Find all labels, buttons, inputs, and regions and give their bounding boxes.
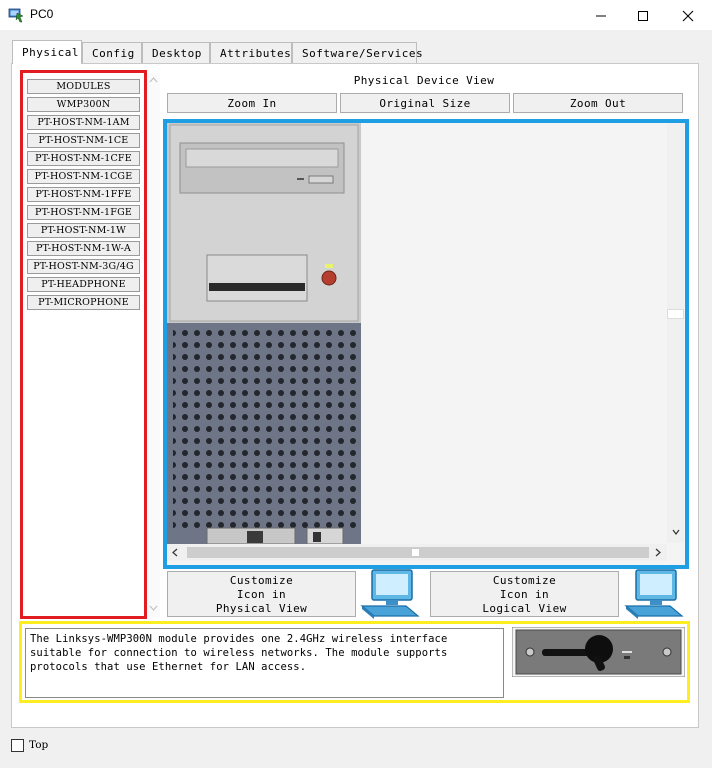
customize-physical-line3: Physical View (215, 602, 308, 615)
tab-attributes[interactable]: Attributes (210, 42, 292, 64)
customize-logical-view-button[interactable]: Customize Icon in Logical View (430, 571, 619, 617)
customize-logical-line2: Icon in (499, 588, 550, 601)
computer-icon (624, 569, 684, 619)
module-list: MODULES WMP300N PT-HOST-NM-1AM PT-HOST-N… (20, 70, 147, 619)
maximize-icon (638, 10, 648, 21)
scroll-left-icon[interactable] (172, 548, 178, 557)
scroll-up-icon[interactable] (149, 77, 158, 83)
customize-logical-line1: Customize (492, 574, 557, 587)
tab-software-services[interactable]: Software/Services (292, 42, 423, 64)
packet-tracer-icon (8, 8, 24, 23)
window-title: PC0 (30, 7, 54, 21)
pc-tower-image[interactable] (167, 123, 361, 544)
maximize-button[interactable] (620, 0, 666, 31)
module-item-pt-host-nm-3g-4g[interactable]: PT-HOST-NM-3G/4G (27, 259, 140, 274)
minimize-icon (596, 15, 606, 16)
module-item-pt-host-nm-1w[interactable]: PT-HOST-NM-1W (27, 223, 140, 238)
module-item-pt-host-nm-1ffe[interactable]: PT-HOST-NM-1FFE (27, 187, 140, 202)
module-item-pt-host-nm-1ce[interactable]: PT-HOST-NM-1CE (27, 133, 140, 148)
horizontal-scroll-thumb[interactable] (411, 548, 420, 557)
module-item-wmp300n[interactable]: WMP300N (27, 97, 140, 112)
original-size-button[interactable]: Original Size (340, 93, 510, 113)
close-button[interactable] (665, 0, 711, 31)
device-view-horizontal-scrollbar[interactable] (167, 544, 667, 561)
vertical-scroll-thumb[interactable] (667, 309, 684, 319)
wmp300n-module-icon (512, 627, 685, 677)
customize-logical-line3: Logical View (482, 602, 567, 615)
top-checkbox[interactable] (11, 739, 24, 752)
device-view-vertical-scrollbar[interactable] (667, 123, 684, 543)
physical-device-view[interactable] (163, 119, 689, 569)
tab-desktop[interactable]: Desktop (142, 42, 210, 64)
module-item-pt-microphone[interactable]: PT-MICROPHONE (27, 295, 140, 310)
module-item-pt-host-nm-1am[interactable]: PT-HOST-NM-1AM (27, 115, 140, 130)
scroll-down-icon[interactable] (672, 529, 680, 535)
computer-icon (360, 569, 420, 619)
close-icon (682, 10, 694, 21)
physical-device-view-title: Physical Device View (353, 74, 495, 87)
tab-physical[interactable]: Physical (12, 40, 82, 64)
zoom-in-button[interactable]: Zoom In (167, 93, 337, 113)
module-description-text: The Linksys-WMP300N module provides one … (25, 628, 504, 698)
module-list-scrollbar[interactable] (147, 73, 160, 617)
scroll-down-icon[interactable] (149, 605, 158, 611)
customize-physical-view-button[interactable]: Customize Icon in Physical View (167, 571, 356, 617)
scroll-right-icon[interactable] (655, 548, 661, 557)
zoom-out-button[interactable]: Zoom Out (513, 93, 683, 113)
customize-physical-line2: Icon in (236, 588, 287, 601)
module-item-pt-host-nm-1w-a[interactable]: PT-HOST-NM-1W-A (27, 241, 140, 256)
minimize-button[interactable] (578, 0, 624, 31)
customize-physical-line1: Customize (229, 574, 294, 587)
module-item-modules[interactable]: MODULES (27, 79, 140, 94)
module-item-pt-host-nm-1fge[interactable]: PT-HOST-NM-1FGE (27, 205, 140, 220)
module-item-pt-headphone[interactable]: PT-HEADPHONE (27, 277, 140, 292)
title-bar: PC0 (0, 0, 712, 31)
tab-config[interactable]: Config (82, 42, 142, 64)
module-item-pt-host-nm-1cfe[interactable]: PT-HOST-NM-1CFE (27, 151, 140, 166)
top-checkbox-label: Top (29, 739, 49, 751)
module-item-pt-host-nm-1cge[interactable]: PT-HOST-NM-1CGE (27, 169, 140, 184)
